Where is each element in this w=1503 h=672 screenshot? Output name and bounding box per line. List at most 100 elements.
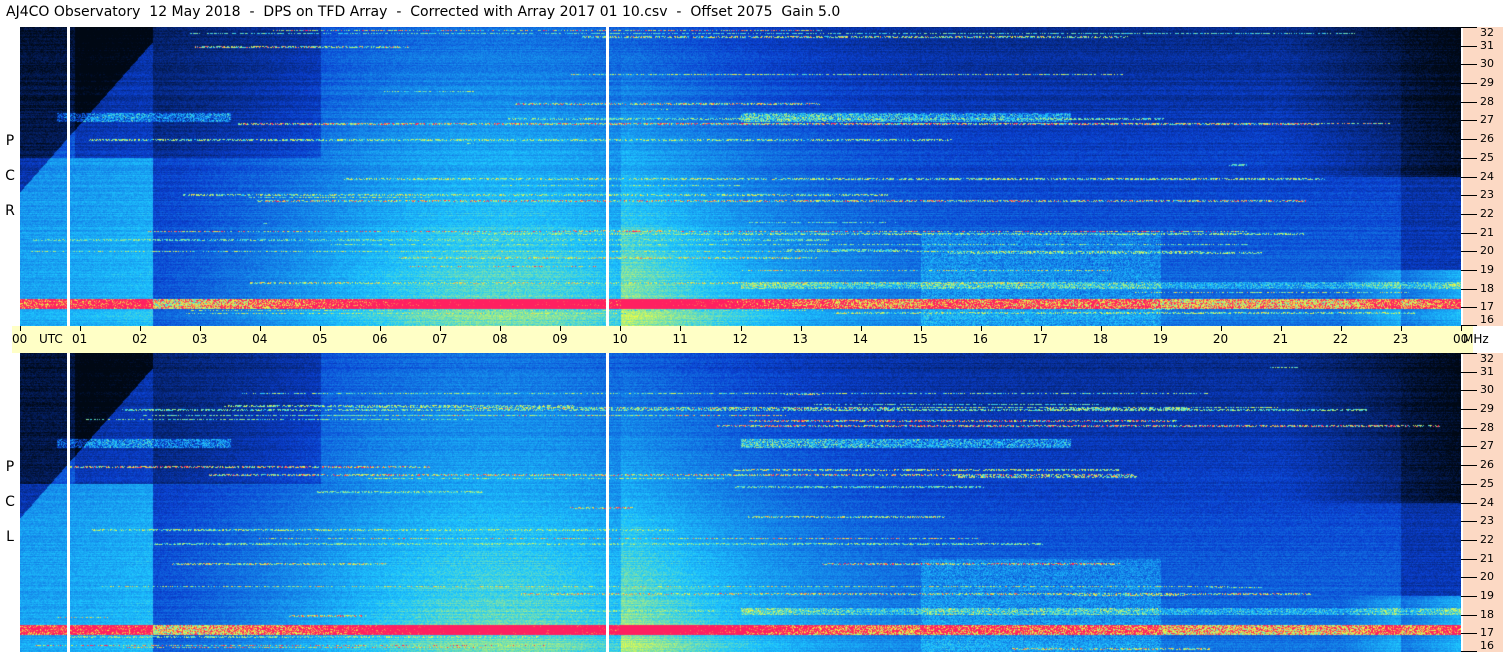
rcp-data-gap [606, 27, 610, 326]
rcp-ytick-mark [1461, 213, 1477, 215]
rcp-data-gap [67, 27, 71, 326]
rcp-ytick-mark [1461, 232, 1477, 234]
xtick-label: 08 [492, 332, 508, 346]
rcp-ytick-label: 23 [1480, 188, 1494, 202]
lcp-ytick-mark [1461, 502, 1477, 504]
lcp-ytick-label: 30 [1480, 383, 1494, 397]
lcp-ytick-mark [1461, 614, 1477, 616]
xtick-mark [680, 326, 682, 331]
rcp-ytick-label: 20 [1480, 244, 1494, 258]
rcp-ytick-mark [1461, 176, 1477, 178]
lcp-label-3: P [5, 459, 15, 475]
lcp-label-1: L [6, 529, 14, 545]
lcp-ytick-label: 32 [1480, 352, 1494, 365]
lcp-ytick-label: 18 [1480, 607, 1494, 621]
lcp-label-2: C [5, 494, 15, 510]
xtick-mark [260, 326, 262, 331]
xtick-label: 11 [672, 332, 688, 346]
xtick-label: 15 [912, 332, 928, 346]
xtick-mark [1100, 326, 1102, 331]
rcp-frequency-axis: 32 31 30 29 28 27 26 25 24 23 22 21 20 19 18 17 16 [1461, 26, 1503, 326]
lcp-frequency-axis: 32 31 30 29 28 27 26 25 24 23 22 21 20 19 18 17 16 [1461, 352, 1503, 652]
xtick-mark [380, 326, 382, 331]
rcp-ytick-mark [1461, 251, 1477, 253]
lcp-ytick-mark [1461, 483, 1477, 485]
xtick-mark [1461, 326, 1462, 331]
time-axis: 00 01 02 03 04 05 06 07 08 09 10 11 12 13 14 15 16 17 18 19… [12, 326, 1489, 353]
xtick-mark [1040, 326, 1042, 331]
lcp-ytick-label: 17 [1480, 626, 1494, 640]
rcp-ytick-mark [1461, 269, 1477, 271]
lcp-ytick-mark [1461, 390, 1477, 392]
rcp-ytick-label: 17 [1480, 300, 1494, 314]
rcp-ytick-mark [1461, 120, 1477, 122]
lcp-ytick-mark [1461, 465, 1477, 467]
xtick-label: 17 [1032, 332, 1048, 346]
xtick-mark [200, 326, 202, 331]
xtick-label: 18 [1092, 332, 1109, 346]
rcp-ytick-mark [1461, 101, 1477, 103]
rcp-ytick-label: 18 [1480, 281, 1494, 295]
lcp-ytick-label: 21 [1480, 551, 1494, 565]
lcp-ytick-mark [1461, 353, 1477, 354]
rcp-ytick-label: 26 [1480, 132, 1494, 146]
xtick-mark [920, 326, 922, 331]
xtick-label: 04 [252, 332, 268, 346]
xtick-label: 05 [312, 332, 328, 346]
rcp-ytick-mark [1461, 288, 1477, 290]
lcp-spectrogram [20, 353, 1461, 652]
xtick-mark [320, 326, 322, 331]
y-unit-label: MHz [1463, 332, 1489, 346]
xtick-mark [140, 326, 142, 331]
xtick-mark [500, 326, 502, 331]
rcp-ytick-mark [1461, 139, 1477, 141]
xtick-label: 12 [732, 332, 748, 346]
xtick-mark [980, 326, 982, 331]
xtick-label: 21 [1272, 332, 1289, 346]
lcp-ytick-mark [1461, 651, 1477, 652]
xtick-mark [440, 326, 442, 331]
rcp-ytick-mark [1461, 27, 1477, 28]
xtick-label: 20 [1212, 332, 1229, 346]
rcp-ytick-mark [1461, 157, 1477, 159]
rcp-ytick-mark [1461, 307, 1477, 309]
lcp-ytick-label: 25 [1480, 476, 1494, 490]
lcp-ytick-label: 31 [1480, 364, 1494, 378]
rcp-label-1: R [5, 203, 15, 219]
lcp-ytick-mark [1461, 446, 1477, 448]
xtick-mark [620, 326, 622, 331]
xtick-mark [740, 326, 742, 331]
lcp-ytick-mark [1461, 633, 1477, 635]
lcp-ytick-label: 20 [1480, 570, 1494, 584]
xtick-mark [800, 326, 802, 331]
xtick-label: 06 [372, 332, 388, 346]
xtick-mark [1400, 326, 1402, 331]
rcp-ytick-label: 27 [1480, 113, 1494, 127]
rcp-ytick-label: 31 [1480, 38, 1494, 52]
xtick-label: 16 [972, 332, 988, 346]
xtick-label: 00 [12, 332, 28, 346]
xtick-label: 13 [792, 332, 808, 346]
xtick-mark [860, 326, 862, 331]
rcp-ytick-label: 29 [1480, 76, 1494, 90]
lcp-ytick-label: 24 [1480, 495, 1494, 509]
lcp-ytick-label: 22 [1480, 532, 1494, 546]
xtick-label: 09 [552, 332, 568, 346]
lcp-ytick-label: 28 [1480, 420, 1494, 434]
rcp-ytick-label: 32 [1480, 26, 1494, 39]
xtick-mark [1280, 326, 1282, 331]
x-unit-label: UTC [39, 332, 63, 346]
rcp-ytick-mark [1461, 195, 1477, 197]
lcp-data-gap [606, 353, 610, 652]
xtick-label: 10 [612, 332, 628, 346]
lcp-ytick-mark [1461, 521, 1477, 523]
xtick-label: 19 [1152, 332, 1169, 346]
rcp-ytick-label: 28 [1480, 94, 1494, 108]
lcp-ytick-label: 26 [1480, 458, 1494, 472]
rcp-ytick-label: 24 [1480, 169, 1494, 183]
rcp-ytick-label: 16 [1480, 313, 1494, 326]
lcp-ytick-label: 19 [1480, 588, 1494, 602]
lcp-ytick-mark [1461, 539, 1477, 541]
xtick-mark [1220, 326, 1222, 331]
lcp-ytick-mark [1461, 371, 1477, 373]
